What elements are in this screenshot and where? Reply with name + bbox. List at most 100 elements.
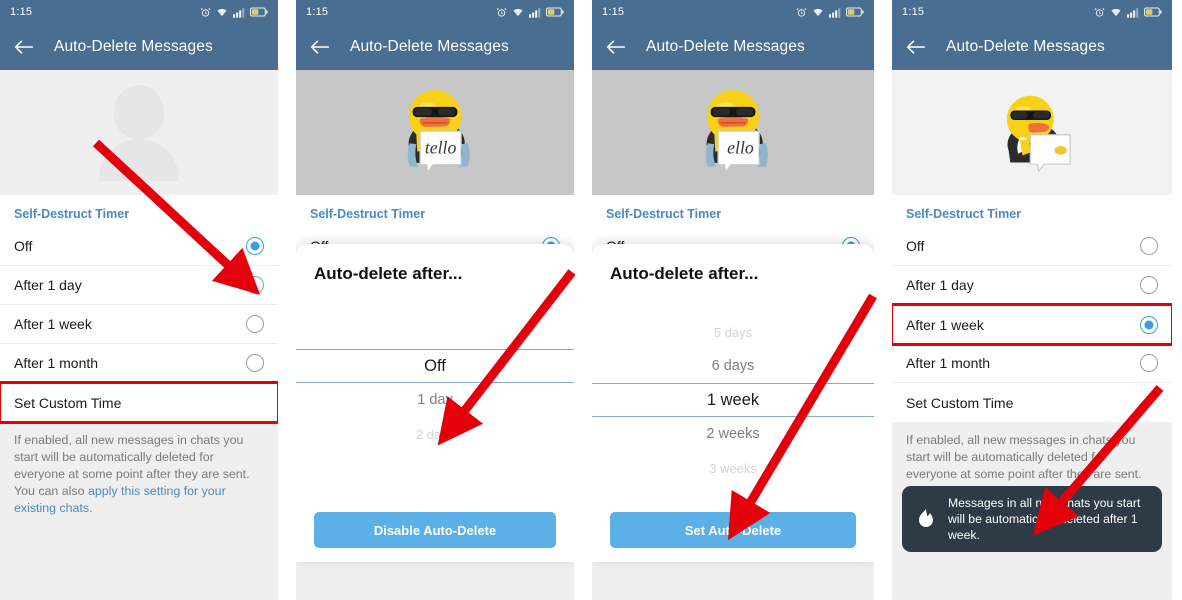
option-row-after-1-month[interactable]: After 1 month xyxy=(892,344,1172,383)
svg-text:ello: ello xyxy=(727,137,754,157)
option-label: After 1 week xyxy=(906,316,984,333)
app-bar: Auto-Delete Messages xyxy=(592,24,874,70)
duration-picker[interactable]: 5 days 6 days 1 week 2 weeks 3 weeks xyxy=(592,288,874,512)
section-title: Self-Destruct Timer xyxy=(0,195,278,227)
battery-icon xyxy=(846,7,864,17)
self-destruct-options-list: Off After 1 day After 1 week After 1 mon… xyxy=(0,227,278,424)
option-row-off[interactable]: Off xyxy=(0,227,278,266)
page-title: Auto-Delete Messages xyxy=(54,38,213,55)
app-bar: Auto-Delete Messages xyxy=(0,24,278,70)
panel-gap xyxy=(278,0,296,600)
option-label: After 1 day xyxy=(906,277,974,293)
option-row-after-1-week[interactable]: After 1 week xyxy=(0,305,278,344)
duck-sticker-tello-icon: ello xyxy=(705,89,768,173)
option-row-after-1-week[interactable]: After 1 week xyxy=(892,303,1172,346)
profile-avatar-area xyxy=(892,70,1172,195)
app-bar: Auto-Delete Messages xyxy=(296,24,574,70)
disable-auto-delete-button[interactable]: Disable Auto-Delete xyxy=(314,512,556,548)
avatar-placeholder-icon xyxy=(99,84,179,181)
phone-panel-1: 1:15 Auto-Delete Messages Self-Destruct … xyxy=(0,0,278,600)
picker-item[interactable]: 5 days xyxy=(592,315,874,349)
status-bar: 1:15 xyxy=(592,0,874,24)
picker-item[interactable]: 2 days xyxy=(296,417,574,451)
picker-item[interactable]: 1 day xyxy=(296,383,574,417)
section-title: Self-Destruct Timer xyxy=(892,195,1172,227)
option-label: Set Custom Time xyxy=(906,394,1014,411)
settings-hint: If enabled, all new messages in chats yo… xyxy=(0,422,278,531)
radio-button-after-1-month[interactable] xyxy=(246,354,264,372)
status-bar: 1:15 xyxy=(0,0,278,24)
status-clock: 1:15 xyxy=(902,6,925,18)
phone-panel-2: 1:15 Auto-Delete Messages tello Self-Des… xyxy=(296,0,574,600)
system-nav-bar xyxy=(892,594,1172,600)
profile-avatar-area xyxy=(0,70,278,195)
alarm-icon xyxy=(796,7,807,18)
option-label: After 1 day xyxy=(14,277,82,293)
option-label: Set Custom Time xyxy=(14,394,122,411)
radio-button-off[interactable] xyxy=(1140,237,1158,255)
screenshot-stage: 1:15 Auto-Delete Messages Self-Destruct … xyxy=(0,0,1182,600)
battery-icon xyxy=(250,7,268,17)
duck-sticker-blank-sign-icon xyxy=(1006,95,1071,172)
profile-avatar-area: ello xyxy=(592,70,874,195)
radio-button-after-1-day[interactable] xyxy=(1140,276,1158,294)
app-bar: Auto-Delete Messages xyxy=(892,24,1172,70)
radio-button-off[interactable] xyxy=(246,237,264,255)
wifi-icon xyxy=(512,7,524,18)
status-clock: 1:15 xyxy=(10,6,33,18)
alarm-icon xyxy=(200,7,211,18)
option-row-off[interactable]: Off xyxy=(892,227,1172,266)
profile-avatar-area: tello xyxy=(296,70,574,195)
picker-item-selected[interactable]: Off xyxy=(296,349,574,383)
option-row-set-custom-time[interactable]: Set Custom Time xyxy=(892,383,1172,422)
alarm-icon xyxy=(1094,7,1105,18)
status-clock: 1:15 xyxy=(602,6,625,18)
picker-item[interactable]: 6 days xyxy=(592,349,874,383)
radio-button-after-1-week[interactable] xyxy=(1140,315,1158,334)
auto-delete-bottom-sheet: Auto-delete after... Off 1 day 2 days Di… xyxy=(296,244,574,562)
option-label: Off xyxy=(906,238,925,254)
sheet-title: Auto-delete after... xyxy=(610,264,759,283)
toast-message: Messages in all new chats you start will… xyxy=(948,496,1141,542)
option-row-after-1-day[interactable]: After 1 day xyxy=(0,266,278,305)
option-row-set-custom-time[interactable]: Set Custom Time xyxy=(0,381,278,424)
content-filler xyxy=(0,531,278,594)
flame-icon xyxy=(916,508,936,530)
panel-gap xyxy=(874,0,892,600)
alarm-icon xyxy=(496,7,507,18)
wifi-icon xyxy=(216,7,228,18)
radio-button-after-1-month[interactable] xyxy=(1140,354,1158,372)
back-button[interactable] xyxy=(906,39,936,55)
status-bar: 1:15 xyxy=(892,0,1172,24)
back-button[interactable] xyxy=(310,39,340,55)
self-destruct-options-list: Off After 1 day After 1 week After 1 mon… xyxy=(892,227,1172,422)
picker-item-selected[interactable]: 1 week xyxy=(592,383,874,417)
duck-sticker-tello-icon: tello xyxy=(407,89,470,173)
signal-icon xyxy=(829,7,841,18)
picker-item[interactable]: 2 weeks xyxy=(592,417,874,451)
battery-icon xyxy=(546,7,564,17)
hint-period: . xyxy=(89,501,93,515)
back-button[interactable] xyxy=(14,39,44,55)
sheet-title: Auto-delete after... xyxy=(314,264,463,283)
page-title: Auto-Delete Messages xyxy=(350,38,509,55)
svg-text:tello: tello xyxy=(425,137,457,157)
auto-delete-bottom-sheet: Auto-delete after... 5 days 6 days 1 wee… xyxy=(592,244,874,562)
option-label: After 1 week xyxy=(14,316,92,332)
system-nav-bar xyxy=(592,594,874,600)
page-title: Auto-Delete Messages xyxy=(946,38,1105,55)
picker-item[interactable]: 3 weeks xyxy=(592,451,874,485)
option-row-after-1-month[interactable]: After 1 month xyxy=(0,344,278,383)
set-auto-delete-button[interactable]: Set Auto-Delete xyxy=(610,512,856,548)
radio-button-after-1-week[interactable] xyxy=(246,315,264,333)
option-row-after-1-day[interactable]: After 1 day xyxy=(892,266,1172,305)
wifi-icon xyxy=(1110,7,1122,18)
option-label: After 1 month xyxy=(906,355,991,371)
system-nav-bar xyxy=(296,594,574,600)
section-title: Self-Destruct Timer xyxy=(296,195,574,227)
radio-button-after-1-day[interactable] xyxy=(246,276,264,294)
back-button[interactable] xyxy=(606,39,636,55)
battery-icon xyxy=(1144,7,1162,17)
signal-icon xyxy=(233,7,245,18)
duration-picker[interactable]: Off 1 day 2 days xyxy=(296,288,574,512)
